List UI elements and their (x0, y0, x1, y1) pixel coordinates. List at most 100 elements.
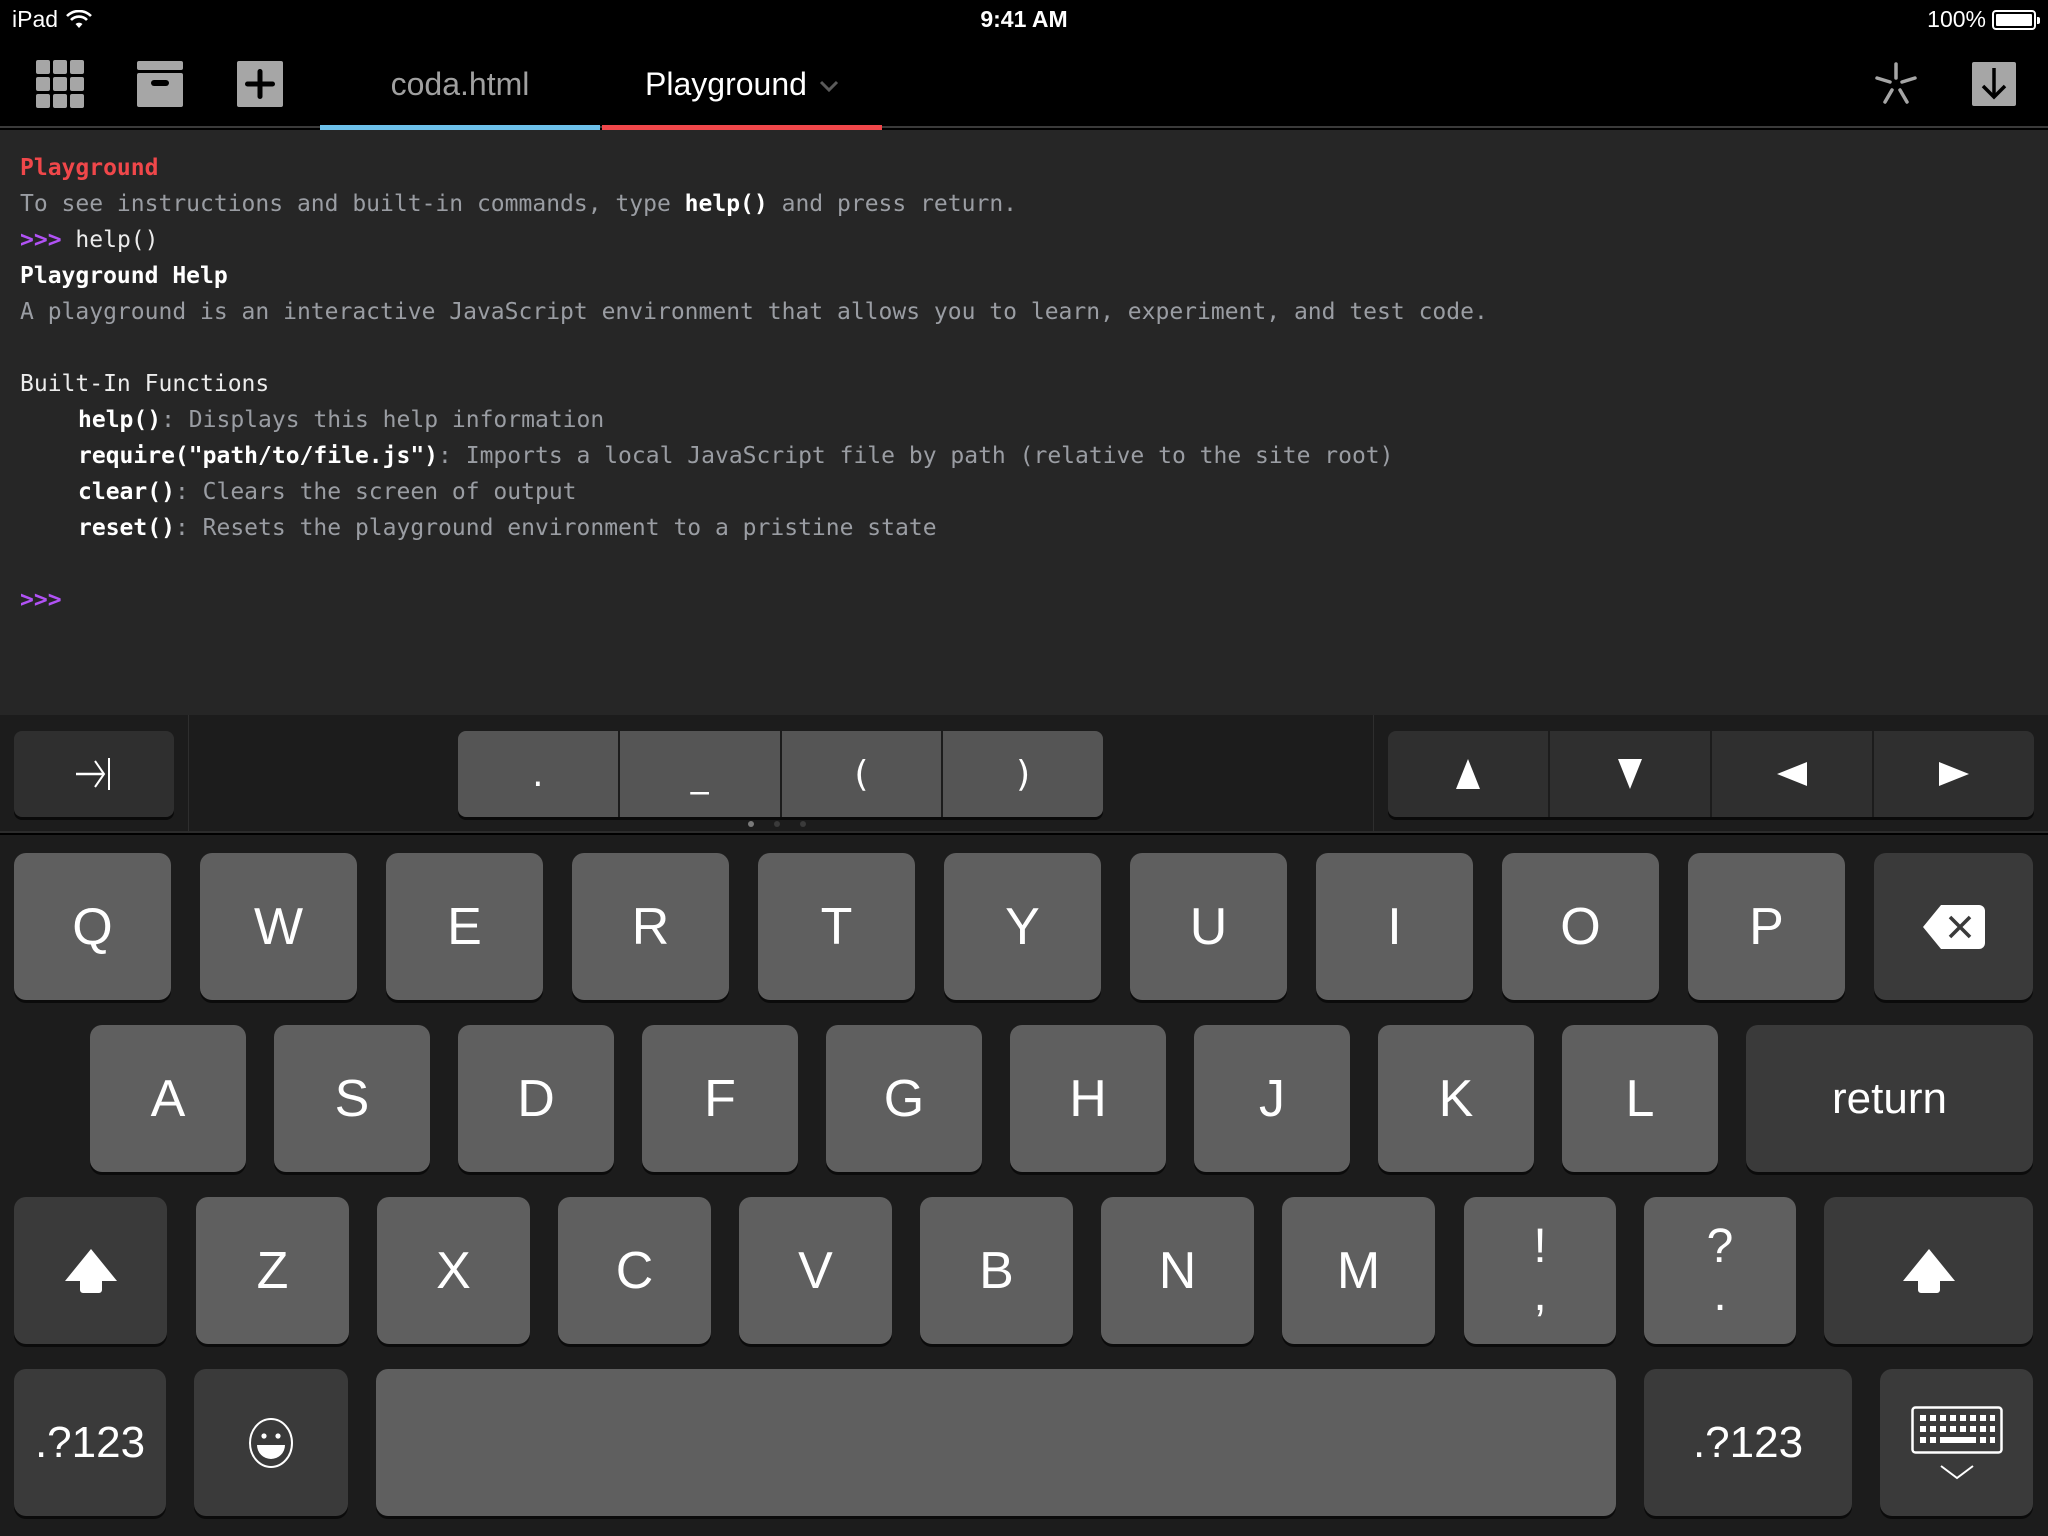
console-current-input[interactable]: >>> (20, 582, 2028, 618)
key-v[interactable]: V (739, 1197, 892, 1344)
arrow-down-key[interactable] (1548, 731, 1710, 817)
entered-command: help() (75, 227, 159, 253)
page-dot (774, 821, 780, 827)
space-bar[interactable] (376, 1369, 1616, 1516)
key-l[interactable]: L (1562, 1025, 1718, 1172)
grid-icon[interactable] (36, 60, 84, 108)
function-desc: Imports a local JavaScript file by path … (465, 443, 1394, 469)
emoji-smiley-icon (249, 1417, 293, 1468)
arrow-up-key[interactable] (1388, 731, 1548, 817)
prompt-marker: >>> (20, 227, 62, 253)
key-top-label: ! (1533, 1219, 1547, 1273)
status-right: 100% (1927, 6, 2040, 33)
key-m[interactable]: M (1282, 1197, 1435, 1344)
numbers-key-left[interactable]: .?123 (14, 1369, 166, 1516)
shift-arrow-icon (64, 1248, 117, 1293)
arrow-left-icon (1777, 762, 1807, 786)
chevron-down-icon (1939, 1464, 1974, 1479)
function-name: clear() (78, 479, 175, 505)
key-b[interactable]: B (920, 1197, 1073, 1344)
key-j[interactable]: J (1194, 1025, 1350, 1172)
shift-key-left[interactable] (14, 1197, 167, 1344)
help-title: Playground Help (20, 263, 228, 289)
key-top-label: ? (1706, 1219, 1734, 1273)
key-f[interactable]: F (642, 1025, 798, 1172)
key-a[interactable]: A (90, 1025, 246, 1172)
chevron-down-icon[interactable] (819, 80, 839, 92)
toolbar: coda.html Playground (0, 40, 2048, 130)
key-r[interactable]: R (572, 853, 729, 1000)
tab-key[interactable] (14, 731, 174, 817)
key-c[interactable]: C (558, 1197, 711, 1344)
dismiss-keyboard-key[interactable] (1880, 1369, 2033, 1516)
console-input-line: >>> help() (20, 222, 2028, 258)
key-y[interactable]: Y (944, 853, 1101, 1000)
key-exclaim-comma[interactable]: ! , (1464, 1197, 1616, 1344)
function-name: reset() (78, 515, 175, 541)
key-x[interactable]: X (377, 1197, 530, 1344)
function-desc: Displays this help information (188, 407, 605, 433)
battery-icon (1992, 9, 2040, 30)
arrow-left-key[interactable] (1710, 731, 1872, 817)
console-title: Playground (20, 155, 159, 181)
divider (1373, 715, 1374, 831)
tab-playground[interactable]: Playground (602, 40, 882, 130)
keyboard-accessory-bar: . _ ( ) (0, 715, 2048, 833)
page-dot (748, 821, 754, 827)
key-g[interactable]: G (826, 1025, 982, 1172)
clips-asterisk-icon[interactable] (1872, 60, 1920, 108)
symbol-key-close-paren[interactable]: ) (941, 731, 1103, 817)
function-name: help() (78, 407, 162, 433)
symbol-key-underscore[interactable]: _ (617, 731, 780, 817)
intro-text-end: and press return. (767, 191, 1018, 217)
key-s[interactable]: S (274, 1025, 430, 1172)
separator: : (174, 479, 203, 505)
arrow-keys (1388, 731, 2034, 817)
arrow-up-icon (1456, 759, 1480, 789)
function-entry: reset(): Resets the playground environme… (20, 510, 2028, 546)
key-u[interactable]: U (1130, 853, 1287, 1000)
key-k[interactable]: K (1378, 1025, 1534, 1172)
key-e[interactable]: E (386, 853, 543, 1000)
shift-key-right[interactable] (1824, 1197, 2033, 1344)
key-t[interactable]: T (758, 853, 915, 1000)
key-q[interactable]: Q (14, 853, 171, 1000)
function-desc: Clears the screen of output (202, 479, 577, 505)
separator: : (438, 443, 466, 469)
intro-command: help() (684, 191, 768, 217)
numbers-key-right[interactable]: .?123 (1644, 1369, 1852, 1516)
console-intro: To see instructions and built-in command… (20, 186, 2028, 222)
separator: : (161, 407, 189, 433)
on-screen-keyboard: Q W E R T Y U I O P A S D F G H J K L re… (0, 835, 2048, 1536)
key-o[interactable]: O (1502, 853, 1659, 1000)
symbol-keys: . _ ( ) (458, 731, 1103, 817)
key-i[interactable]: I (1316, 853, 1473, 1000)
page-indicator (748, 821, 806, 827)
emoji-key[interactable] (194, 1369, 348, 1516)
key-w[interactable]: W (200, 853, 357, 1000)
tab-label: Playground (645, 65, 807, 102)
page-dot (800, 821, 806, 827)
tab-coda-html[interactable]: coda.html (320, 40, 600, 130)
divider (188, 715, 189, 831)
add-icon[interactable] (236, 60, 284, 108)
symbol-key-period[interactable]: . (458, 731, 618, 817)
prompt-marker: >>> (20, 587, 62, 613)
key-n[interactable]: N (1101, 1197, 1254, 1344)
key-z[interactable]: Z (196, 1197, 349, 1344)
key-bottom-label: . (1713, 1267, 1727, 1321)
symbol-key-open-paren[interactable]: ( (779, 731, 942, 817)
archive-box-icon[interactable] (136, 60, 184, 108)
key-d[interactable]: D (458, 1025, 614, 1172)
key-question-period[interactable]: ? . (1644, 1197, 1796, 1344)
return-key[interactable]: return (1746, 1025, 2033, 1172)
arrow-right-key[interactable] (1872, 731, 2034, 817)
clock: 9:41 AM (980, 6, 1068, 32)
key-h[interactable]: H (1010, 1025, 1166, 1172)
delete-key[interactable] (1874, 853, 2033, 1000)
key-p[interactable]: P (1688, 853, 1845, 1000)
download-icon[interactable] (1970, 60, 2018, 108)
playground-console[interactable]: Playground To see instructions and built… (0, 130, 2048, 715)
